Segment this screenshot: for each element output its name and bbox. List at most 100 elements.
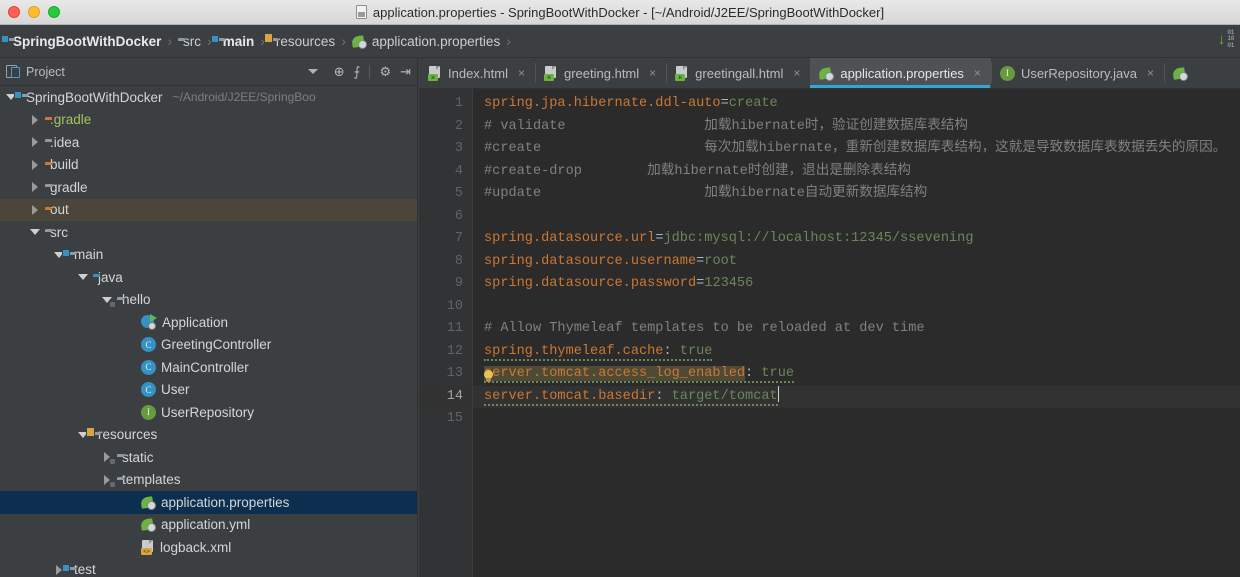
tab-close-icon[interactable]: × bbox=[1147, 66, 1154, 80]
tab-close-icon[interactable]: × bbox=[974, 66, 981, 80]
project-icon bbox=[6, 65, 20, 78]
editor-tab-overflow[interactable] bbox=[1164, 58, 1198, 88]
tree-node-hello[interactable]: hello bbox=[0, 289, 417, 312]
download-arrow-icon: ↓ bbox=[1217, 30, 1226, 48]
tree-toggle-open-icon[interactable] bbox=[30, 227, 40, 237]
tree-node-label: Application bbox=[162, 314, 229, 330]
close-window-button[interactable] bbox=[8, 6, 20, 18]
editor-tab-application-properties[interactable]: application.properties × bbox=[810, 58, 991, 88]
tree-node-springbootwithdocker[interactable]: SpringBootWithDocker ~/Android/J2EE/Sprin… bbox=[0, 86, 417, 109]
code-line-2[interactable]: # validate 加载hibernate时，验证创建数据库表结构 bbox=[473, 116, 1240, 139]
tree-node-label: GreetingController bbox=[161, 337, 272, 353]
editor-tab-greetingall-html[interactable]: Hgreetingall.html × bbox=[666, 58, 810, 88]
tree-node-maincontroller[interactable]: C MainController bbox=[0, 356, 417, 379]
editor-tab-greeting-html[interactable]: Hgreeting.html × bbox=[535, 58, 666, 88]
code-line-9[interactable]: spring.datasource.password=123456 bbox=[473, 273, 1240, 296]
tree-toggle-closed-icon[interactable] bbox=[30, 114, 40, 125]
property-key: spring.datasource.url bbox=[484, 231, 656, 246]
spring-properties-icon bbox=[140, 495, 156, 510]
breadcrumb-item-springbootwithdocker[interactable]: SpringBootWithDocker bbox=[8, 34, 161, 49]
tree-node--gradle[interactable]: .gradle bbox=[0, 109, 417, 132]
editor-tab-userrepository-java[interactable]: I UserRepository.java × bbox=[990, 58, 1164, 88]
code-line-13[interactable]: server.tomcat.access_log_enabled: true bbox=[473, 363, 1240, 386]
zoom-window-button[interactable] bbox=[48, 6, 60, 18]
breadcrumb: SpringBootWithDocker › src › main › resources ›… bbox=[0, 25, 1240, 58]
chevron-down-icon[interactable] bbox=[307, 69, 318, 74]
breadcrumb-item-src[interactable]: src bbox=[178, 34, 201, 49]
breadcrumb-item-application-properties[interactable]: application.properties bbox=[351, 34, 500, 49]
property-value: true bbox=[679, 343, 713, 359]
code-line-11[interactable]: # Allow Thymeleaf templates to be reload… bbox=[473, 318, 1240, 341]
tab-close-icon[interactable]: × bbox=[649, 66, 656, 80]
tree-node-logback-xml[interactable]: <> logback.xml bbox=[0, 536, 417, 559]
java-class-icon: C bbox=[141, 359, 156, 375]
tree-node--idea[interactable]: .idea bbox=[0, 131, 417, 154]
collapse-all-icon[interactable]: ⨍ bbox=[354, 65, 361, 78]
code-comment: #create 每次加载hibernate，重新创建数据库表结构，这就是导致数据… bbox=[484, 141, 1227, 156]
intention-lightbulb-icon[interactable] bbox=[482, 370, 495, 384]
code-line-blank-15[interactable] bbox=[473, 408, 1240, 431]
code-editor[interactable]: 1 2 3 4 5 6 7 8 9 10 11 12 13 14 15 spring.jpa.hiberna… bbox=[419, 89, 1240, 577]
line-number: 14 bbox=[419, 385, 472, 408]
code-line-4[interactable]: #create-drop 加载hibernate时创建，退出是删除表结构 bbox=[473, 161, 1240, 184]
tab-close-icon[interactable]: × bbox=[793, 66, 800, 80]
tree-node-application-properties[interactable]: application.properties bbox=[0, 491, 417, 514]
hide-panel-icon[interactable]: ⇥ bbox=[400, 65, 411, 78]
property-key: spring.datasource.password bbox=[484, 276, 697, 291]
project-panel-title: Project bbox=[26, 64, 65, 79]
tree-node-userrepository[interactable]: I UserRepository bbox=[0, 401, 417, 424]
tree-node-label: build bbox=[50, 157, 79, 173]
code-line-5[interactable]: #update 加载hibernate自动更新数据库结构 bbox=[473, 183, 1240, 206]
tree-node-java[interactable]: java bbox=[0, 266, 417, 289]
code-line-14[interactable]: server.tomcat.basedir: target/tomcat bbox=[473, 385, 1240, 408]
editor-tab-index-html[interactable]: H Index.html × bbox=[419, 58, 535, 88]
tree-node-test[interactable]: test bbox=[0, 559, 417, 577]
breadcrumb-item-resources[interactable]: resources bbox=[271, 34, 335, 49]
window-title-container: application.properties - SpringBootWithD… bbox=[0, 5, 1240, 20]
code-line-blank-6[interactable] bbox=[473, 206, 1240, 229]
tree-node-label: logback.xml bbox=[160, 539, 232, 555]
editor-tab-label: application.properties bbox=[840, 65, 964, 81]
traffic-lights bbox=[8, 6, 60, 18]
tree-node-build[interactable]: build bbox=[0, 154, 417, 177]
window-titlebar: application.properties - SpringBootWithD… bbox=[0, 0, 1240, 25]
tree-node-src[interactable]: src bbox=[0, 221, 417, 244]
code-line-1[interactable]: spring.jpa.hibernate.ddl-auto=create bbox=[473, 93, 1240, 116]
locate-icon[interactable]: ⊕ bbox=[334, 65, 345, 78]
code-line-3[interactable]: #create 每次加载hibernate，重新创建数据库表结构，这就是导致数据… bbox=[473, 138, 1240, 161]
java-interface-icon: I bbox=[999, 65, 1015, 81]
code-line-7[interactable]: spring.datasource.url=jdbc:mysql://local… bbox=[473, 228, 1240, 251]
code-content[interactable]: spring.jpa.hibernate.ddl-auto=create # va… bbox=[473, 89, 1240, 577]
tree-toggle-closed-icon[interactable] bbox=[30, 182, 40, 193]
tree-toggle-closed-icon[interactable] bbox=[30, 204, 40, 215]
tree-toggle-closed-icon[interactable] bbox=[30, 159, 40, 170]
tree-node-static[interactable]: static bbox=[0, 446, 417, 469]
tree-node-out[interactable]: out bbox=[0, 198, 417, 221]
tree-node-user[interactable]: C User bbox=[0, 379, 417, 402]
breadcrumb-item-main[interactable]: main bbox=[218, 34, 255, 49]
settings-gear-icon[interactable]: ⚙ bbox=[379, 65, 391, 78]
property-separator: = bbox=[720, 96, 729, 111]
tree-node-gradle[interactable]: gradle bbox=[0, 176, 417, 199]
tree-node-greetingcontroller[interactable]: C GreetingController bbox=[0, 334, 417, 357]
tree-node-main[interactable]: main bbox=[0, 244, 417, 267]
tree-node-application[interactable]: Application bbox=[0, 311, 417, 334]
minimize-window-button[interactable] bbox=[28, 6, 40, 18]
code-line-12[interactable]: spring.thymeleaf.cache: true bbox=[473, 341, 1240, 364]
tree-toggle-open-icon[interactable] bbox=[78, 272, 88, 282]
code-line-blank-10[interactable] bbox=[473, 296, 1240, 319]
code-comment: #create-drop 加载hibernate时创建，退出是删除表结构 bbox=[484, 163, 911, 179]
tree-node-label: test bbox=[74, 562, 96, 577]
breadcrumb-label: SpringBootWithDocker bbox=[13, 33, 162, 49]
vcs-update-project-button[interactable]: ↓ 01 10 01 bbox=[1217, 29, 1234, 49]
tree-toggle-closed-icon[interactable] bbox=[30, 137, 40, 148]
tree-node-application-yml[interactable]: application.yml bbox=[0, 514, 417, 537]
line-number: 10 bbox=[446, 298, 463, 314]
tree-node-resources[interactable]: resources bbox=[0, 424, 417, 447]
tree-node-templates[interactable]: templates bbox=[0, 469, 417, 492]
tab-close-icon[interactable]: × bbox=[518, 66, 525, 80]
breadcrumb-separator: › bbox=[506, 33, 511, 49]
code-line-8[interactable]: spring.datasource.username=root bbox=[473, 251, 1240, 274]
window-title: application.properties - SpringBootWithD… bbox=[372, 4, 885, 20]
